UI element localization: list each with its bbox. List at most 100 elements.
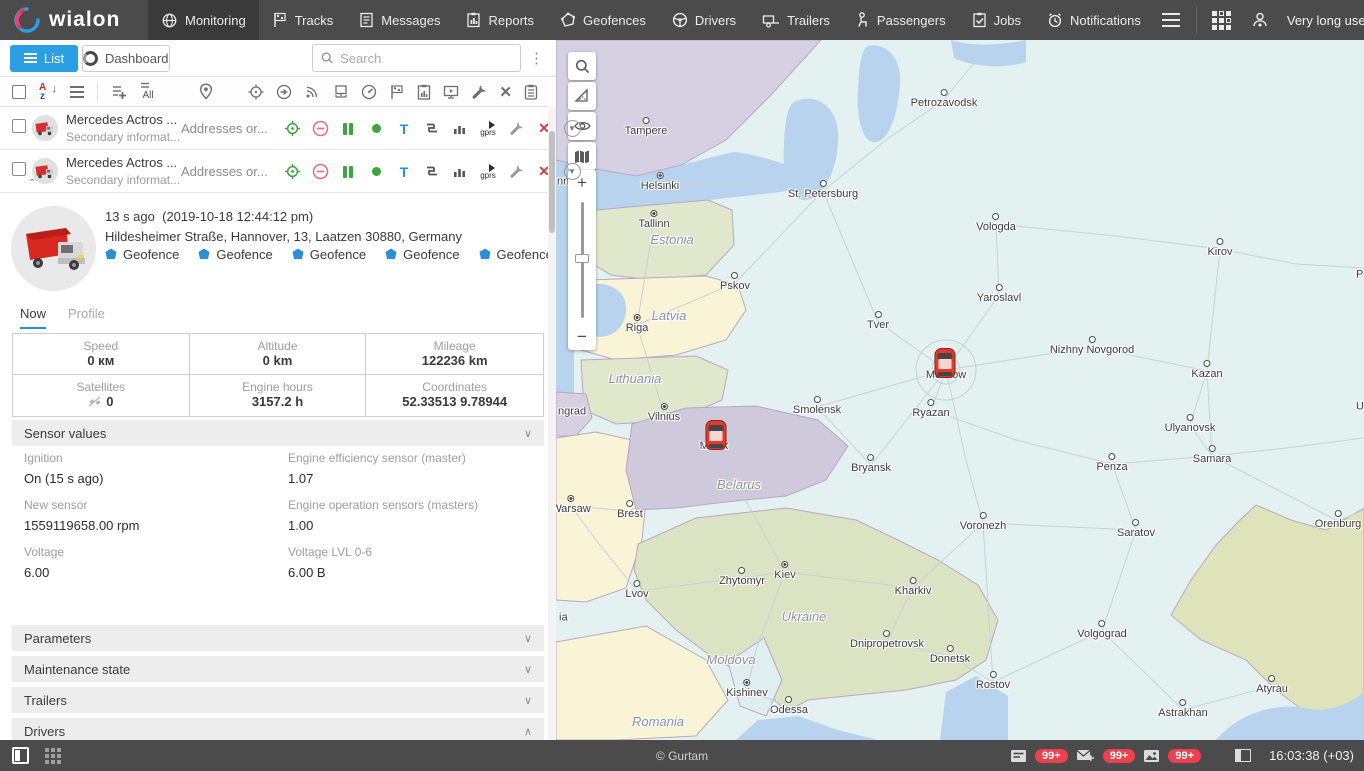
unit-row-1[interactable]: Mercedes Actros ... Secondary informat..…: [0, 107, 548, 150]
zoom-slider-handle[interactable]: [575, 254, 589, 263]
unit-motion-state-icon[interactable]: [311, 163, 329, 180]
map-canvas[interactable]: Tampere Petrozavodsk Helsinki St. Peters…: [556, 40, 1364, 740]
view-tab-list[interactable]: List: [10, 45, 78, 72]
unit-text-icon[interactable]: T: [395, 164, 413, 180]
unit-secondary-info: Secondary informat...: [66, 173, 180, 187]
unit-connection-state-icon[interactable]: [367, 167, 385, 176]
unit-search[interactable]: [312, 44, 521, 72]
section-parameters[interactable]: Parameters ∨: [12, 625, 544, 651]
unit-ignition-state-icon[interactable]: [339, 166, 357, 178]
geofence-chip[interactable]: Geofence: [198, 247, 272, 262]
unit-motion-state-icon[interactable]: [311, 120, 329, 137]
unit-name[interactable]: Mercedes Actros ...: [66, 112, 177, 127]
select-all-checkbox[interactable]: [12, 85, 26, 99]
unit-expand-icon[interactable]: ▼: [563, 120, 581, 137]
zoom-out-button[interactable]: −: [568, 324, 596, 350]
unit-connection-state-icon[interactable]: [367, 124, 385, 133]
send-command-button[interactable]: [304, 84, 321, 100]
unit-checkbox[interactable]: [12, 162, 26, 176]
apps-button[interactable]: [1205, 0, 1239, 40]
unit-row-2[interactable]: ⌃ Mercedes Actros ... Secondary informat…: [0, 150, 548, 193]
gauge-icon: [361, 84, 377, 100]
address-pin-button[interactable]: [199, 83, 213, 100]
chevron-down-icon: ∨: [524, 427, 532, 440]
satellites-off-icon: [88, 396, 102, 408]
geofence-chip[interactable]: Geofence: [385, 247, 459, 262]
query-messages-button[interactable]: [443, 84, 459, 100]
map-measure-button[interactable]: [568, 82, 596, 110]
quick-track-button[interactable]: [361, 84, 377, 100]
unit-locate-icon[interactable]: [283, 163, 301, 180]
nav-tab-tracks[interactable]: Tracks: [259, 0, 347, 40]
geofence-chip[interactable]: Geofence: [292, 247, 366, 262]
unit-settings-icon[interactable]: [507, 164, 525, 179]
panel-scrollbar[interactable]: [548, 107, 556, 740]
list-view-button[interactable]: [70, 86, 84, 98]
remove-from-list-button[interactable]: ✕: [499, 83, 512, 101]
car-roof: [939, 359, 952, 369]
nav-tab-notifications[interactable]: Notifications: [1034, 0, 1154, 40]
nav-tab-geofences[interactable]: Geofences: [547, 0, 659, 40]
locate-units-button[interactable]: [248, 84, 264, 100]
section-drivers[interactable]: Drivers ∧: [12, 718, 544, 740]
tab-now[interactable]: Now: [20, 306, 46, 329]
unit-settings-icon[interactable]: [507, 121, 525, 136]
build-track-button[interactable]: [389, 84, 405, 100]
car-rear-window: [709, 444, 724, 448]
nav-tab-jobs[interactable]: Jobs: [959, 0, 1034, 40]
username-label[interactable]: Very long username: [1281, 13, 1364, 28]
unit-log-button[interactable]: [524, 84, 538, 100]
search-input[interactable]: [340, 51, 512, 66]
map-search-button[interactable]: [568, 52, 596, 80]
unit-route-icon[interactable]: [423, 122, 441, 135]
geofence-chip[interactable]: Geofence: [479, 247, 549, 262]
unit-checkbox[interactable]: [12, 119, 26, 133]
section-label: Trailers: [24, 693, 67, 708]
panel-view-switcher: List Dashboard ⋮: [0, 40, 556, 77]
user-account-button[interactable]: [1243, 0, 1277, 40]
main-menu-button[interactable]: [1154, 0, 1188, 40]
nav-tab-trailers[interactable]: Trailers: [749, 0, 843, 40]
unit-car-marker[interactable]: [706, 420, 727, 450]
unit-avatar[interactable]: [32, 115, 58, 141]
nav-tab-reports[interactable]: Reports: [453, 0, 547, 40]
unit-ignition-state-icon[interactable]: [339, 123, 357, 135]
unit-route-icon[interactable]: [423, 165, 441, 178]
panel-kebab-icon[interactable]: ⋮: [525, 49, 548, 67]
unit-gprs-icon[interactable]: gprs: [479, 121, 497, 137]
edit-units-button[interactable]: [471, 84, 487, 100]
unit-gprs-icon[interactable]: gprs: [479, 164, 497, 180]
sort-az-button[interactable]: A ↓ z: [39, 83, 57, 101]
panel-scrollbar-thumb[interactable]: [549, 131, 555, 233]
tab-profile[interactable]: Profile: [68, 306, 105, 329]
unit-car-marker[interactable]: [935, 348, 956, 378]
query-report-button[interactable]: [417, 84, 431, 100]
unit-chart-icon[interactable]: [451, 165, 469, 178]
unit-chart-icon[interactable]: [451, 122, 469, 135]
wialon-logo[interactable]: wialon: [0, 0, 148, 40]
view-tab-dashboard[interactable]: Dashboard: [82, 45, 170, 72]
follow-units-button[interactable]: [276, 84, 292, 100]
geofence-chip[interactable]: Geofence: [105, 247, 179, 262]
list-icon: [24, 53, 37, 63]
nav-tab-drivers[interactable]: Drivers: [659, 0, 749, 40]
user-icon: [1251, 11, 1269, 29]
nav-tab-passengers[interactable]: Passengers: [843, 0, 959, 40]
section-maintenance-state[interactable]: Maintenance state ∨: [12, 656, 544, 682]
passengers-person-icon: [856, 12, 870, 28]
unit-state-icons: T gprs ✕ ▼: [283, 107, 581, 150]
nav-tab-messages[interactable]: Messages: [346, 0, 453, 40]
show-all-units-button[interactable]: All: [140, 82, 156, 101]
stat-mileage: Mileage 122236 km: [366, 334, 543, 375]
add-units-button[interactable]: [111, 84, 127, 100]
unit-expand-icon[interactable]: ▼: [563, 163, 581, 180]
section-trailers[interactable]: Trailers ∨: [12, 687, 544, 713]
nav-tab-monitoring[interactable]: Monitoring: [148, 0, 259, 40]
unit-locate-icon[interactable]: [283, 120, 301, 137]
section-sensor-values[interactable]: Sensor values ∨: [12, 420, 544, 446]
nav-tab-label: Drivers: [695, 13, 736, 28]
unit-text-icon[interactable]: T: [395, 121, 413, 137]
unit-name[interactable]: Mercedes Actros ...: [66, 155, 177, 170]
collapse-caret-icon[interactable]: ⌃: [28, 178, 36, 189]
events-registrar-button[interactable]: [333, 84, 349, 100]
